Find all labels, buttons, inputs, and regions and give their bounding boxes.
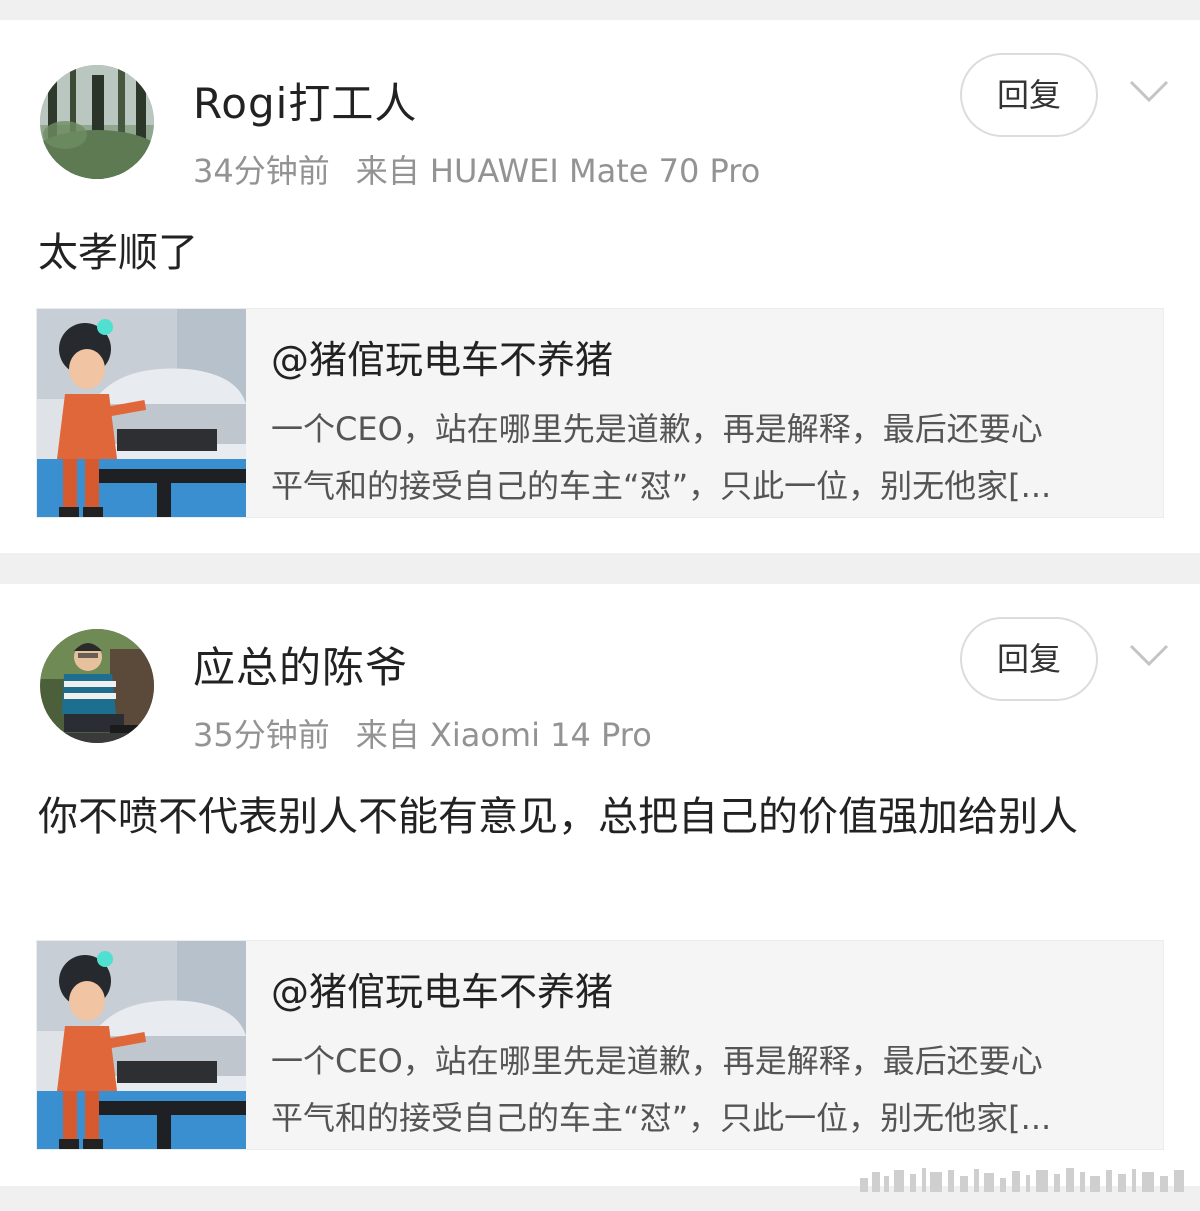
comment-time: 34分钟前	[193, 152, 330, 190]
username[interactable]: Rogi打工人	[193, 70, 417, 131]
username[interactable]: 应总的陈爷	[193, 634, 408, 695]
quoted-post-author[interactable]: @猪倌玩电车不养猪	[271, 961, 613, 1016]
quoted-post-thumbnail	[37, 941, 246, 1149]
chevron-down-icon[interactable]	[1128, 642, 1170, 668]
quoted-post-excerpt: 一个CEO，站在哪里先是道歉，再是解释，最后还要心 平气和的接受自己的车主“怼”…	[271, 401, 1151, 515]
reply-button[interactable]: 回复	[960, 617, 1098, 701]
comment-meta: 35分钟前 来自 Xiaomi 14 Pro	[193, 710, 652, 756]
quoted-post-thumbnail	[37, 309, 246, 517]
quoted-post[interactable]: @猪倌玩电车不养猪 一个CEO，站在哪里先是道歉，再是解释，最后还要心 平气和的…	[36, 308, 1164, 518]
comment-card: Rogi打工人 34分钟前 来自 HUAWEI Mate 70 Pro 回复 太孝…	[0, 20, 1200, 553]
comment-source: 来自 Xiaomi 14 Pro	[355, 716, 652, 754]
comment-text: 太孝顺了	[38, 230, 198, 276]
quoted-post-line: 平气和的接受自己的车主“怼”，只此一位，别无他家[...	[271, 467, 1052, 505]
quoted-post-excerpt: 一个CEO，站在哪里先是道歉，再是解释，最后还要心 平气和的接受自己的车主“怼”…	[271, 1033, 1151, 1147]
quoted-post[interactable]: @猪倌玩电车不养猪 一个CEO，站在哪里先是道歉，再是解释，最后还要心 平气和的…	[36, 940, 1164, 1150]
comment-time: 35分钟前	[193, 716, 330, 754]
user-avatar[interactable]	[40, 629, 154, 743]
quoted-post-line: 一个CEO，站在哪里先是道歉，再是解释，最后还要心	[271, 410, 1043, 448]
comment-text: 你不喷不代表别人不能有意见，总把自己的价值强加给别人	[38, 794, 1078, 840]
reply-button[interactable]: 回复	[960, 53, 1098, 137]
quoted-post-line: 一个CEO，站在哪里先是道歉，再是解释，最后还要心	[271, 1042, 1043, 1080]
quoted-post-author[interactable]: @猪倌玩电车不养猪	[271, 329, 613, 384]
user-avatar[interactable]	[40, 65, 154, 179]
comment-card: 应总的陈爷 35分钟前 来自 Xiaomi 14 Pro 回复 你不喷不代表别人不…	[0, 584, 1200, 1186]
comment-meta: 34分钟前 来自 HUAWEI Mate 70 Pro	[193, 146, 760, 192]
comment-source: 来自 HUAWEI Mate 70 Pro	[355, 152, 761, 190]
chevron-down-icon[interactable]	[1128, 78, 1170, 104]
watermark	[860, 1168, 1184, 1192]
quoted-post-line: 平气和的接受自己的车主“怼”，只此一位，别无他家[...	[271, 1099, 1052, 1137]
